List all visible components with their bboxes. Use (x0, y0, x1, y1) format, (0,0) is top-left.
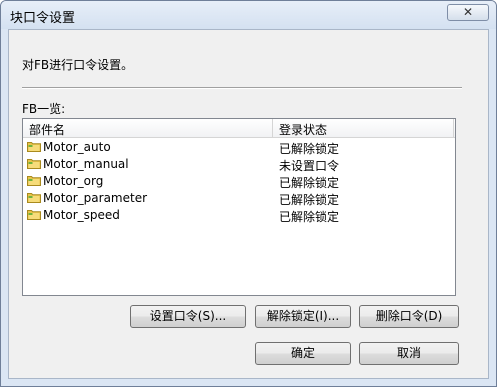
close-button[interactable]: ✕ (447, 4, 489, 21)
folder-icon (27, 158, 41, 169)
separator (22, 87, 462, 89)
column-divider[interactable] (272, 119, 273, 137)
dialog-content: 对FB进行口令设置。 FB一览: 部件名 登录状态 Motor_auto 已解除锁… (8, 29, 489, 379)
block-password-dialog: 块口令设置 ✕ 对FB进行口令设置。 FB一览: 部件名 登录状态 Motor_… (0, 0, 497, 387)
cancel-button[interactable]: 取消 (359, 342, 459, 365)
unlock-button[interactable]: 解除锁定(I)... (255, 305, 351, 328)
list-header: 部件名 登录状态 (23, 119, 455, 138)
list-item[interactable]: Motor_parameter 已解除锁定 (23, 189, 455, 207)
column-header-part-name[interactable]: 部件名 (29, 121, 65, 138)
fb-list-label: FB一览: (22, 102, 66, 116)
folder-icon (27, 141, 41, 152)
fb-list[interactable]: 部件名 登录状态 Motor_auto 已解除锁定 Motor_manual 未设置口… (22, 118, 456, 296)
part-name: Motor_parameter (43, 191, 148, 205)
close-icon: ✕ (462, 5, 474, 19)
column-header-login-status[interactable]: 登录状态 (279, 121, 327, 138)
title-bar[interactable]: 块口令设置 ✕ (1, 1, 496, 29)
ok-button[interactable]: 确定 (255, 342, 351, 365)
column-divider[interactable] (453, 119, 454, 137)
folder-icon (27, 209, 41, 220)
list-item[interactable]: Motor_org 已解除锁定 (23, 172, 455, 190)
part-name: Motor_speed (43, 208, 120, 222)
window-title: 块口令设置 (10, 11, 76, 26)
folder-icon (27, 192, 41, 203)
set-password-button[interactable]: 设置口令(S)... (130, 305, 246, 328)
login-status: 已解除锁定 (279, 210, 340, 224)
part-name: Motor_manual (43, 157, 129, 171)
description-text: 对FB进行口令设置。 (22, 58, 134, 72)
list-item[interactable]: Motor_speed 已解除锁定 (23, 206, 455, 224)
list-item[interactable]: Motor_manual 未设置口令 (23, 155, 455, 173)
part-name: Motor_auto (43, 140, 111, 154)
folder-icon (27, 175, 41, 186)
list-item[interactable]: Motor_auto 已解除锁定 (23, 138, 455, 156)
part-name: Motor_org (43, 174, 104, 188)
delete-password-button[interactable]: 删除口令(D) (359, 305, 459, 328)
